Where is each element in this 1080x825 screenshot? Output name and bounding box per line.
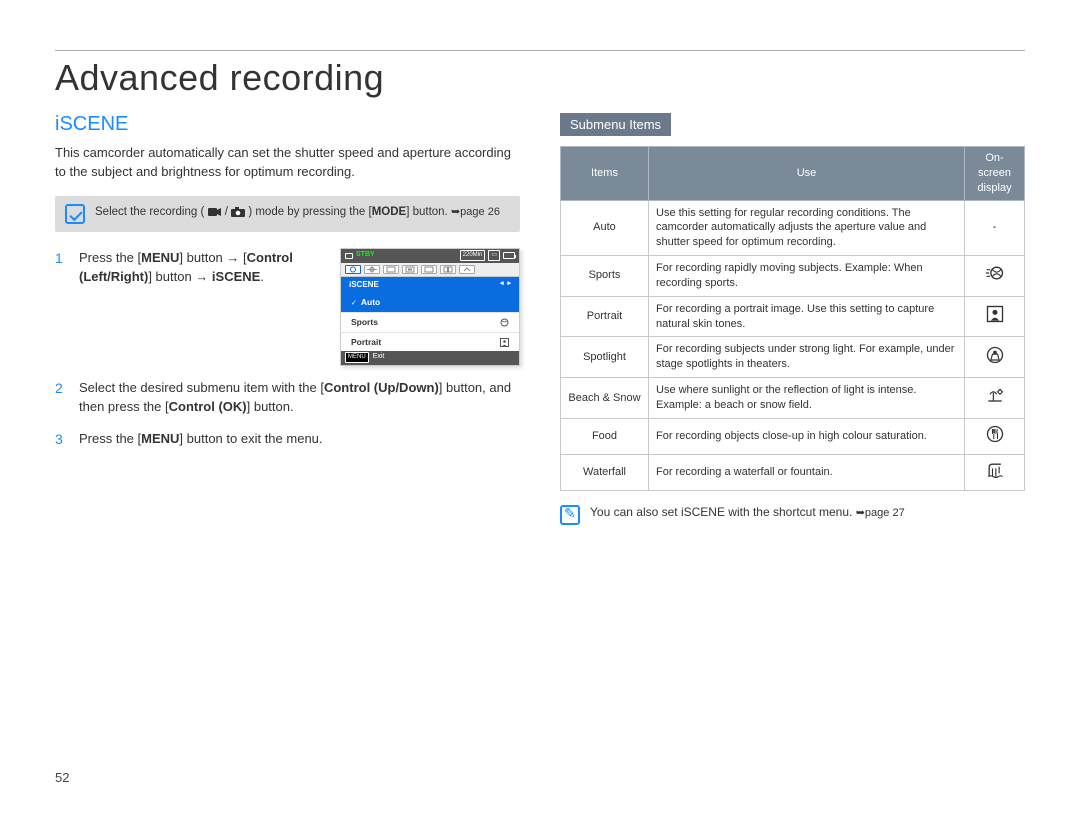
sports-icon — [965, 256, 1025, 297]
time-remaining: 220Min — [460, 250, 486, 261]
table-row: Sports For recording rapidly moving subj… — [561, 256, 1025, 297]
table-row: Auto Use this setting for regular record… — [561, 200, 1025, 256]
tab-icon — [421, 265, 437, 274]
table-row: Food For recording objects close-up in h… — [561, 418, 1025, 454]
page-title: Advanced recording — [55, 57, 1025, 99]
sports-icon — [499, 318, 509, 328]
waterfall-icon — [965, 454, 1025, 490]
th-items: Items — [561, 147, 649, 201]
step-3-text: Press the [MENU] button to exit the menu… — [79, 429, 520, 450]
page-number: 52 — [55, 770, 69, 785]
card-icon — [345, 253, 353, 259]
tab-icon — [402, 265, 418, 274]
storage-icon: ▭ — [488, 250, 500, 261]
submenu-heading: Submenu Items — [560, 113, 671, 136]
check-icon — [65, 204, 85, 224]
portrait-icon — [965, 296, 1025, 337]
section-heading: iSCENE — [55, 113, 520, 136]
beachsnow-icon — [965, 378, 1025, 419]
th-display: On-screen display — [965, 147, 1025, 201]
menu-badge: MENU — [345, 352, 369, 363]
menu-screenshot: STBY 220Min ▭ — [340, 248, 520, 366]
mode-instruction-text: Select the recording ( / ) mode by press… — [95, 204, 500, 220]
tab-icon — [383, 265, 399, 274]
step-number: 3 — [55, 429, 67, 450]
food-icon — [965, 418, 1025, 454]
spotlight-icon — [965, 337, 1025, 378]
step-number: 2 — [55, 378, 67, 417]
screenshot-arrows: ◂▸ — [500, 279, 511, 290]
submenu-table: Items Use On-screen display Auto Use thi… — [560, 146, 1025, 491]
screenshot-header: iSCENE — [349, 279, 379, 291]
tab-iscene-icon — [345, 265, 361, 274]
battery-icon — [503, 252, 515, 259]
intro-text: This camcorder automatically can set the… — [55, 144, 520, 182]
step-number: 1 — [55, 248, 67, 366]
footnote: You can also set iSCENE with the shortcu… — [560, 505, 1025, 525]
step-1-text: Press the [MENU] button → [Control (Left… — [79, 248, 324, 287]
note-icon — [560, 505, 580, 525]
list-item: Sports — [341, 313, 519, 333]
tab-icon — [459, 265, 475, 274]
portrait-icon — [499, 337, 509, 347]
tab-icon — [364, 265, 380, 274]
mode-instruction-box: Select the recording ( / ) mode by press… — [55, 196, 520, 232]
list-item: ✓Auto — [341, 293, 519, 314]
table-row: Portrait For recording a portrait image.… — [561, 296, 1025, 337]
table-row: Spotlight For recording subjects under s… — [561, 337, 1025, 378]
table-row: Beach & Snow Use where sunlight or the r… — [561, 378, 1025, 419]
th-use: Use — [649, 147, 965, 201]
table-row: Waterfall For recording a waterfall or f… — [561, 454, 1025, 490]
step-2-text: Select the desired submenu item with the… — [79, 378, 520, 417]
photo-mode-icon — [231, 206, 248, 218]
icon-none: - — [965, 200, 1025, 256]
tab-strip — [341, 263, 519, 277]
steps-list: 1 Press the [MENU] button → [Control (Le… — [55, 248, 520, 450]
tab-icon — [440, 265, 456, 274]
video-mode-icon — [208, 206, 225, 218]
stby-label: STBY — [356, 250, 375, 261]
exit-label: Exit — [373, 352, 385, 363]
